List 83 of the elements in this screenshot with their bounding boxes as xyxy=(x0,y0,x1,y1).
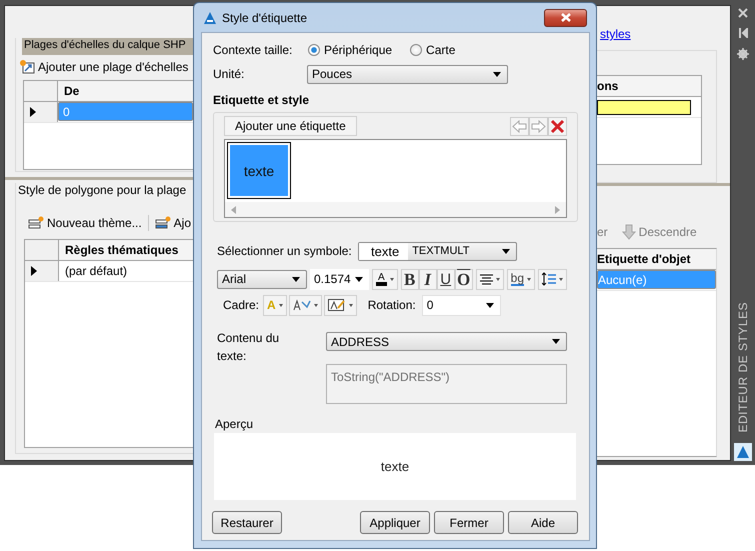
line-spacing-button[interactable] xyxy=(538,268,568,290)
theme-icon xyxy=(154,216,171,230)
column-header: De xyxy=(63,83,80,100)
settings-icon[interactable] xyxy=(737,48,749,60)
section-title: Etiquette et style xyxy=(213,93,310,108)
radio-button[interactable] xyxy=(410,44,422,56)
radio-option[interactable]: Périphérique xyxy=(308,43,392,57)
row-pointer-icon xyxy=(31,266,37,276)
caret-icon xyxy=(552,339,560,344)
unit-dropdown[interactable]: Pouces xyxy=(307,64,508,84)
down-arrow-icon xyxy=(622,224,636,240)
dialog-button[interactable]: Aide xyxy=(508,511,578,534)
dialog-button[interactable]: Fermer xyxy=(434,511,504,534)
caret-icon xyxy=(496,278,500,280)
theme-icon xyxy=(28,216,44,230)
close-icon xyxy=(560,13,572,22)
styles-link[interactable]: styles xyxy=(600,27,631,41)
radio-label: Carte xyxy=(426,43,456,57)
row-pointer-icon xyxy=(30,107,36,117)
text-color-button[interactable]: A xyxy=(372,268,398,290)
rotation-dropdown[interactable]: 0 xyxy=(422,294,501,316)
radio-button[interactable] xyxy=(308,44,320,56)
restore-button[interactable]: Restaurer xyxy=(212,511,282,534)
caret-icon xyxy=(493,72,501,76)
caret-icon xyxy=(355,276,363,282)
group-title: Style de polygone pour la plage xyxy=(17,183,188,197)
app-logo-icon xyxy=(203,10,217,24)
text-style-button[interactable]: O xyxy=(454,268,473,290)
add-scale-range-button[interactable]: Ajouter une plage d'échelles xyxy=(17,57,190,77)
close-icon[interactable] xyxy=(738,8,748,18)
logo-icon[interactable] xyxy=(734,443,752,461)
text-style-button[interactable]: I xyxy=(418,268,437,290)
column-header: ons xyxy=(597,78,620,95)
group-title: Plages d'échelles du calque SHP xyxy=(22,38,193,55)
field-label: Unité: xyxy=(213,67,246,81)
column-header: Etiquette d'objet xyxy=(597,251,692,268)
field-label: Cadre: xyxy=(223,298,260,312)
caret-icon xyxy=(527,278,532,280)
radio-label: Périphérique xyxy=(324,43,392,57)
symbol-dropdown[interactable]: texte TEXTMULT xyxy=(358,242,517,260)
add-label-button[interactable]: Ajouter une étiquette xyxy=(224,116,357,136)
expression-field[interactable]: ToString("ADDRESS") xyxy=(326,364,567,404)
column-header: Règles thématiques xyxy=(64,242,180,259)
content-dropdown[interactable]: ADDRESS xyxy=(326,332,567,351)
caret-icon xyxy=(314,304,318,306)
size-dropdown[interactable]: 0.1574 xyxy=(310,268,369,290)
caret-icon xyxy=(292,276,300,282)
close-button[interactable] xyxy=(544,8,587,26)
caret-icon xyxy=(559,278,564,280)
pin-icon[interactable] xyxy=(738,28,748,38)
panel-title: EDITEUR DE STYLES xyxy=(736,302,750,433)
window-title: Style d'étiquette xyxy=(222,10,308,24)
add-range-icon xyxy=(19,59,35,75)
line-spacing-icon xyxy=(542,272,556,286)
toolbar-button[interactable]: Nouveau thème... xyxy=(26,213,144,233)
frame-style-button[interactable] xyxy=(288,294,322,316)
caret-icon xyxy=(486,302,494,308)
caret-icon xyxy=(348,304,353,306)
background-button[interactable]: bg xyxy=(506,268,536,290)
label-tile[interactable]: texte xyxy=(227,142,291,199)
frame-style-icon xyxy=(292,299,311,311)
preview-text: texte xyxy=(380,459,410,474)
dialog-button[interactable]: Appliquer xyxy=(360,511,430,534)
field-label: Contexte taille: xyxy=(213,43,294,57)
table-cell[interactable]: (par défaut) xyxy=(59,261,193,281)
align-center-icon xyxy=(480,274,493,284)
font-dropdown[interactable]: Arial xyxy=(217,270,307,288)
field-label: Contenu du texte: xyxy=(217,330,280,365)
toolbar-button[interactable]: Ajo xyxy=(152,213,193,233)
caret-icon xyxy=(278,304,283,306)
field-label: Sélectionner un symbole: xyxy=(217,244,353,258)
text-style-button[interactable]: B xyxy=(400,268,419,290)
caret-icon xyxy=(390,278,394,280)
field-label: Rotation: xyxy=(368,298,416,312)
delete-icon[interactable] xyxy=(548,116,567,136)
frame-border-icon xyxy=(328,298,346,312)
alignment-button[interactable] xyxy=(476,268,504,290)
preview-label: Aperçu xyxy=(215,417,254,431)
caret-icon xyxy=(502,248,510,254)
radio-option[interactable]: Carte xyxy=(410,43,456,57)
text-style-button[interactable]: U xyxy=(436,268,455,290)
color-swatch[interactable] xyxy=(597,100,691,115)
frame-border-button[interactable] xyxy=(324,294,357,316)
